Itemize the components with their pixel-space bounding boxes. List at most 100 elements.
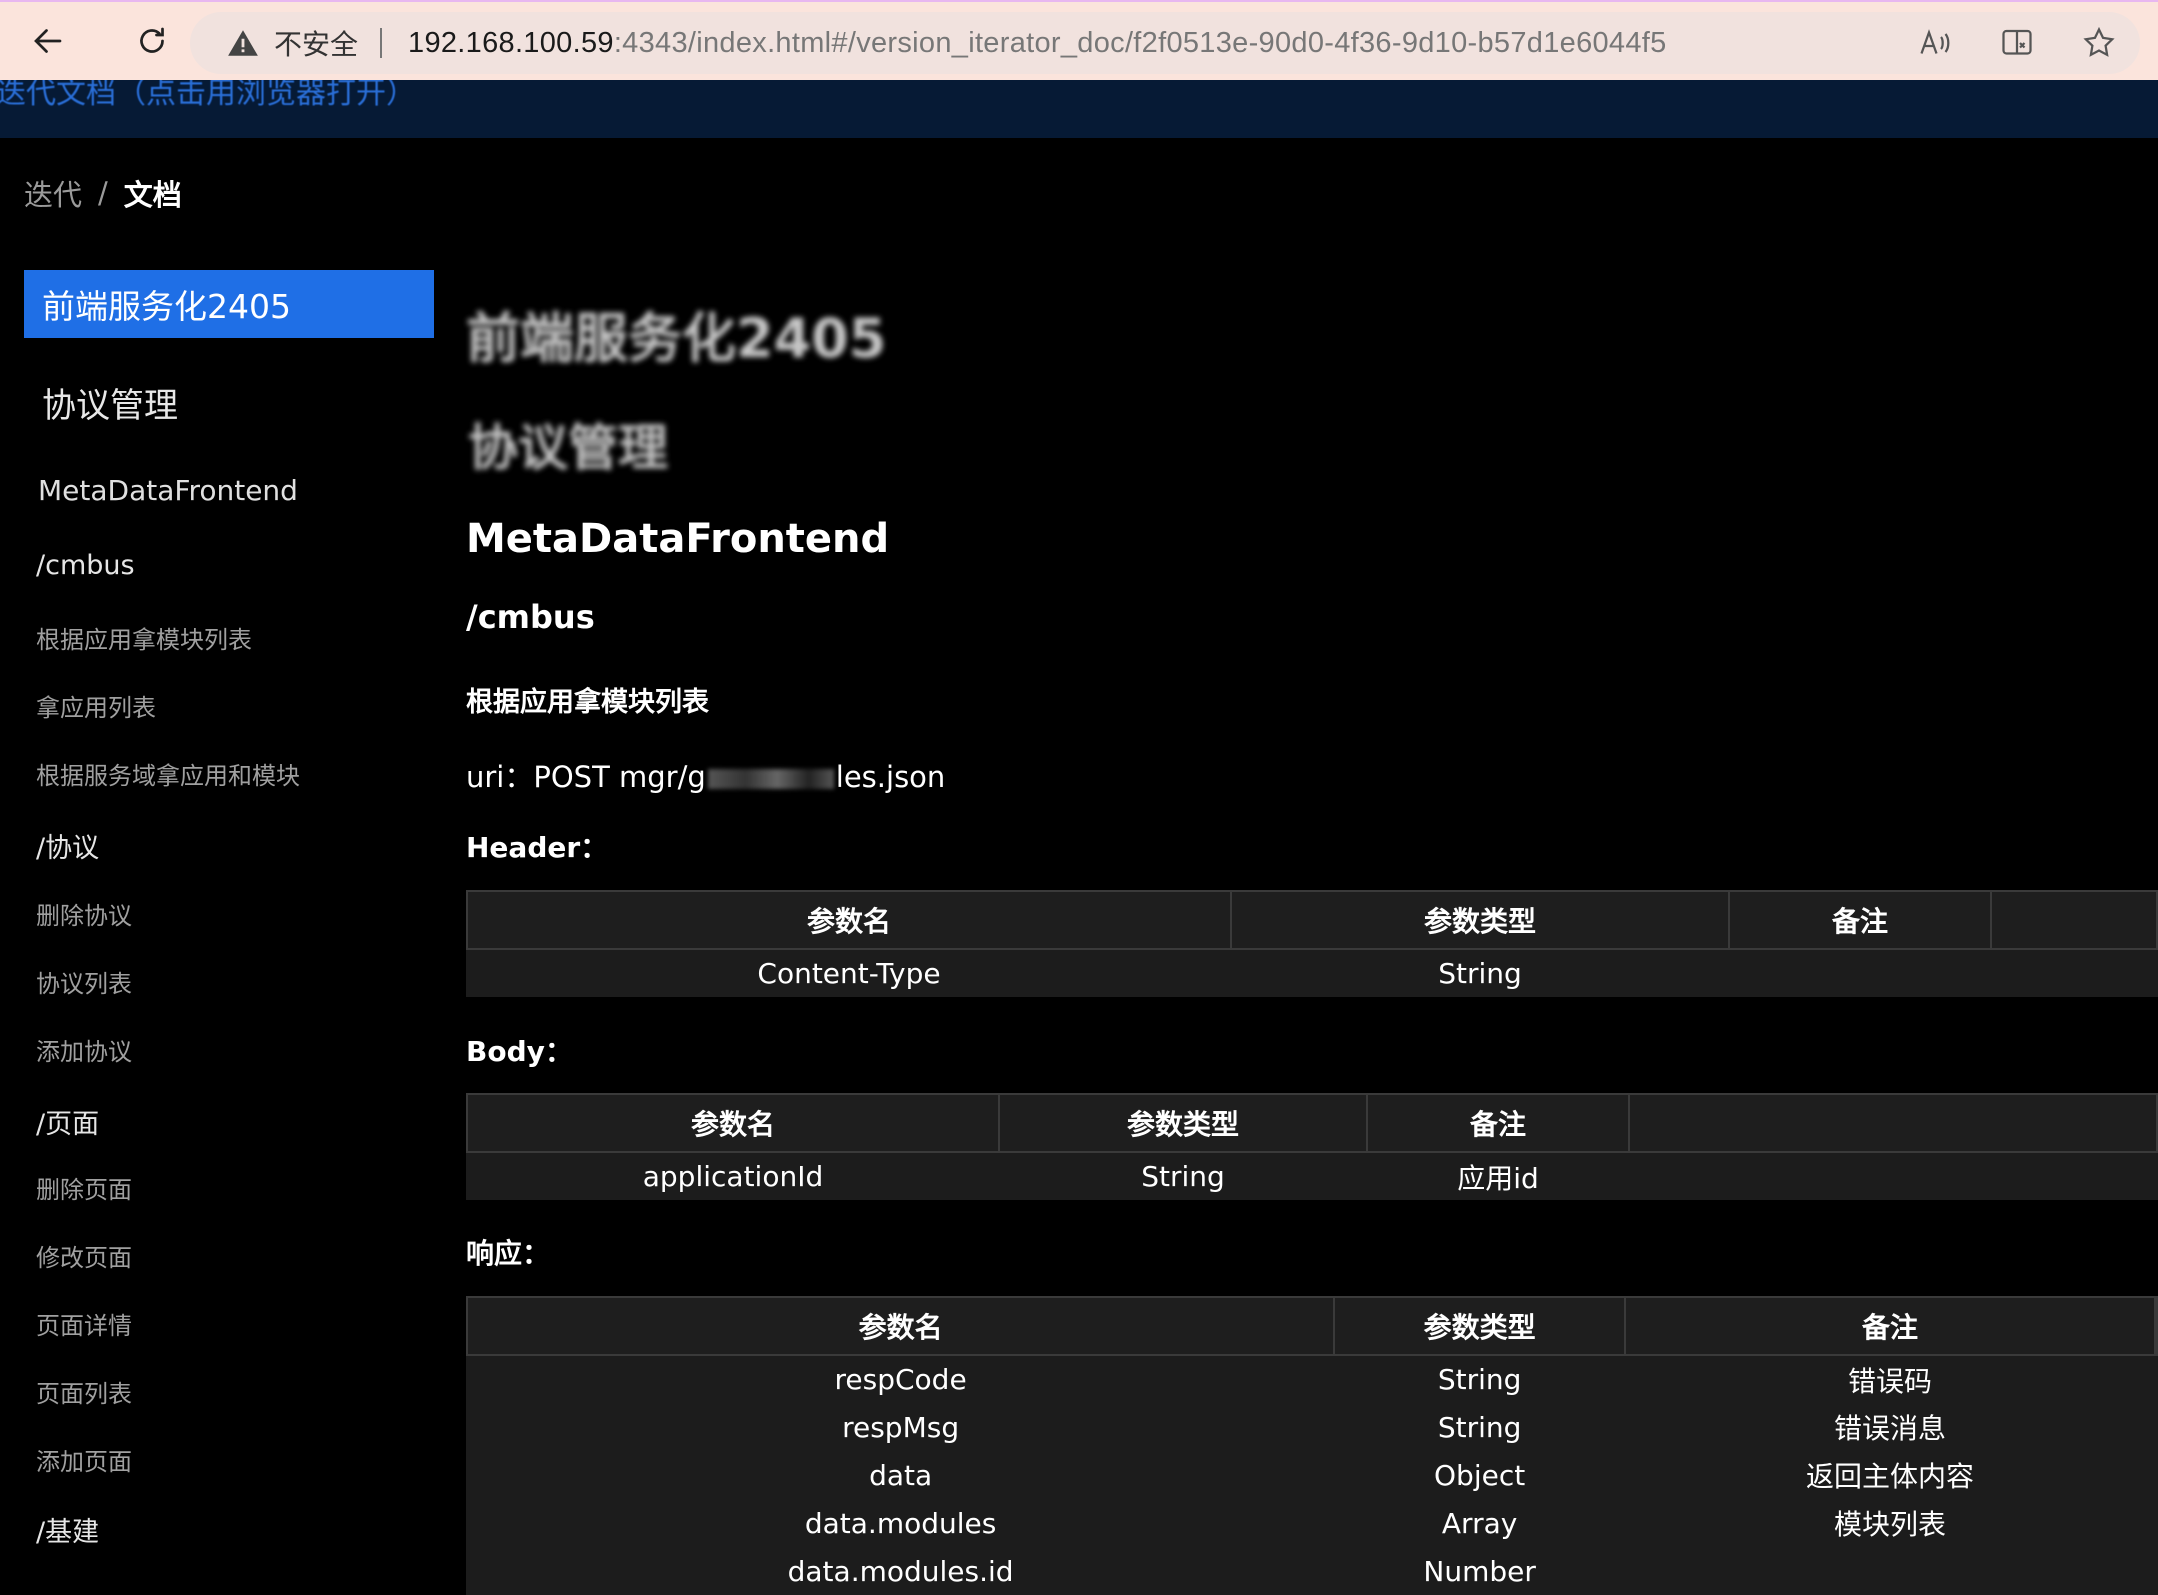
table-cell: 应用id — [1367, 1152, 1629, 1200]
doc-heading-3: MetaDataFrontend — [466, 516, 890, 562]
toc-item-h5[interactable]: 添加协议 — [36, 1032, 132, 1067]
toc-item-h5[interactable]: 删除页面 — [36, 1170, 132, 1205]
table-cell: 错误消息 — [1625, 1403, 2155, 1451]
reader-icon — [2002, 29, 2032, 55]
table-cell-empty — [2155, 1403, 2157, 1451]
column-header: 备注 — [1728, 890, 1992, 950]
address-actions — [1916, 12, 2118, 74]
table-cell-empty — [1991, 949, 2157, 997]
table-row: applicationId String 应用id — [467, 1152, 2157, 1200]
table-cell: Content-Type — [467, 949, 1231, 997]
address-divider — [380, 28, 383, 58]
url-host: 192.168.100.59 — [408, 26, 614, 59]
breadcrumb: 迭代 / 文档 — [24, 172, 182, 214]
column-header: 备注 — [1366, 1093, 1630, 1153]
response-section-label: 响应： — [466, 1237, 551, 1270]
doc-heading-2: 协议管理 — [468, 419, 668, 477]
body-section-label: Body： — [466, 1035, 573, 1068]
reload-button[interactable] — [122, 11, 182, 71]
open-in-browser-link[interactable]: 迭代文档（点击用浏览器打开） — [0, 80, 416, 112]
response-params-table: 参数名 参数类型 备注 respCode String 错误码 respMsg String 错… — [465, 1296, 2158, 1595]
immersive-reader-button[interactable] — [1998, 24, 2036, 62]
column-header: 参数名 — [466, 890, 1232, 950]
url-path: :4343/index.html#/version_iterator_doc/f… — [613, 26, 1667, 59]
star-icon — [2083, 26, 2115, 57]
table-row: Content-Type String — [467, 949, 2157, 997]
table-cell: 错误码 — [1625, 1355, 2155, 1403]
url-text[interactable]: 192.168.100.59:4343/index.html#/version_… — [408, 27, 1667, 60]
body-params-table: 参数名 参数类型 备注 applicationId String 应用id — [466, 1093, 2158, 1200]
column-header-empty — [1628, 1093, 2158, 1153]
toc-item-active[interactable]: 前端服务化2405 — [24, 270, 434, 338]
doc-heading-4: /cmbus — [466, 598, 595, 636]
security-status[interactable]: 不安全 — [274, 23, 358, 63]
column-header-empty — [2154, 1296, 2158, 1356]
toc-item-h2[interactable]: 协议管理 — [42, 378, 178, 427]
breadcrumb-iteration[interactable]: 迭代 — [24, 172, 82, 214]
top-banner: 迭代文档（点击用浏览器打开） — [0, 80, 2158, 138]
toc-item-h5[interactable]: 页面详情 — [36, 1306, 132, 1341]
table-cell: respCode — [467, 1355, 1335, 1403]
header-section-label: Header： — [466, 831, 609, 864]
favorite-button[interactable] — [2080, 24, 2118, 62]
read-aloud-button[interactable] — [1916, 24, 1954, 62]
doc-title: 前端服务化2405 — [466, 307, 887, 370]
table-cell-empty — [2155, 1451, 2157, 1499]
column-header-empty — [1990, 890, 2158, 950]
column-header: 参数类型 — [1333, 1296, 1627, 1356]
toc-item-h4[interactable]: /cmbus — [36, 550, 135, 581]
table-cell: Object — [1334, 1451, 1626, 1499]
table-cell-empty — [2155, 1547, 2157, 1595]
table-cell-empty — [1629, 1152, 2157, 1200]
toc-item-h5[interactable]: 协议列表 — [36, 964, 132, 999]
browser-toolbar: 不安全 192.168.100.59:4343/index.html#/vers… — [0, 0, 2158, 80]
table-row: data.modules Array 模块列表 — [467, 1499, 2157, 1547]
toc-item-h5[interactable]: 拿应用列表 — [36, 688, 156, 723]
table-cell: data.modules — [467, 1499, 1335, 1547]
table-cell: Number — [1334, 1547, 1626, 1595]
toc-item-h3[interactable]: MetaDataFrontend — [38, 474, 298, 507]
table-cell: respMsg — [467, 1403, 1335, 1451]
table-cell: String — [1334, 1403, 1626, 1451]
reload-icon — [140, 27, 164, 53]
column-header: 参数名 — [466, 1093, 1000, 1153]
table-cell — [1729, 949, 1991, 997]
back-button[interactable] — [18, 11, 78, 71]
breadcrumb-document: 文档 — [123, 178, 182, 212]
toc-item-h5[interactable]: 根据应用拿模块列表 — [36, 620, 252, 655]
toc-item-h5[interactable]: 添加页面 — [36, 1442, 132, 1477]
back-arrow-icon — [34, 29, 62, 53]
uri-line: uri：POST mgr/g les.json — [466, 754, 945, 796]
uri-prefix: uri：POST mgr/g — [466, 760, 706, 794]
toc-item-h4[interactable]: /页面 — [36, 1102, 99, 1141]
table-cell: data — [467, 1451, 1335, 1499]
table-cell: String — [1334, 1355, 1626, 1403]
table-row: data Object 返回主体内容 — [467, 1451, 2157, 1499]
table-cell-empty — [2155, 1355, 2157, 1403]
read-aloud-icon — [1920, 29, 1950, 54]
table-row: respCode String 错误码 — [467, 1355, 2157, 1403]
toc-item-h5[interactable]: 修改页面 — [36, 1238, 132, 1273]
table-header-row: 参数名 参数类型 备注 — [465, 1296, 2158, 1356]
table-cell: Array — [1334, 1499, 1626, 1547]
header-params-table: 参数名 参数类型 备注 Content-Type String — [466, 890, 2158, 997]
table-cell-empty — [2155, 1499, 2157, 1547]
table-row: data.modules.id Number — [467, 1547, 2157, 1595]
table-cell: String — [999, 1152, 1367, 1200]
table-header-row: 参数名 参数类型 备注 — [466, 890, 2158, 950]
toc-item-h5[interactable]: 删除协议 — [36, 896, 132, 931]
toc-item-h4[interactable]: /基建 — [36, 1510, 99, 1549]
table-cell: 模块列表 — [1625, 1499, 2155, 1547]
table-cell: String — [1231, 949, 1729, 997]
address-bar[interactable]: 不安全 192.168.100.59:4343/index.html#/vers… — [190, 12, 2140, 74]
breadcrumb-separator: / — [98, 176, 108, 210]
toc-item-h5[interactable]: 页面列表 — [36, 1374, 132, 1409]
table-row: respMsg String 错误消息 — [467, 1403, 2157, 1451]
table-header-row: 参数名 参数类型 备注 — [466, 1093, 2158, 1153]
column-header: 参数类型 — [998, 1093, 1368, 1153]
toc-item-h4[interactable]: /协议 — [36, 826, 99, 865]
toc-item-h5[interactable]: 根据服务域拿应用和模块 — [36, 756, 300, 791]
table-cell: 返回主体内容 — [1625, 1451, 2155, 1499]
uri-suffix: les.json — [835, 760, 946, 794]
column-header: 备注 — [1624, 1296, 2156, 1356]
